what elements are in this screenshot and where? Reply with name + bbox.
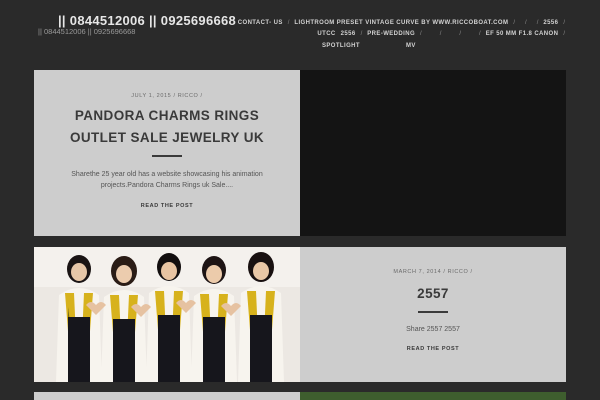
site-title[interactable]: || 0844512006 || 0925696668 [58, 13, 236, 28]
nav-item-mv[interactable]: MV [406, 43, 416, 49]
nav-separator: / [360, 31, 363, 38]
nav-separator: / [525, 19, 527, 26]
read-more-link[interactable]: READ THE POST [300, 346, 566, 352]
title-divider [418, 311, 448, 313]
read-more-link[interactable]: READ THE POST [34, 203, 300, 209]
post-meta: MARCH 7, 2014 / RICCO / [393, 269, 473, 275]
nav-item-utcc[interactable]: UTCC [317, 31, 335, 37]
post-title[interactable]: PANDORA CHARMS RINGS OUTLET SALE JEWELRY… [58, 105, 276, 149]
site-tagline: || 0844512006 || 0925696668 [38, 27, 136, 36]
graduates-photo-illustration [34, 247, 300, 382]
post-card: MARCH 7, 2014 / RICCO / 2557 Share 2557 … [34, 247, 566, 382]
nav-separator: / [536, 19, 539, 26]
post-content: JULY 1, 2015 / RICCO / PANDORA CHARMS RI… [34, 70, 300, 236]
nav-item-2556-b[interactable]: 2556 [341, 31, 356, 37]
title-divider [152, 155, 182, 157]
nav-item-lightroom-preset[interactable]: LIGHTROOM PRESET VINTAGE CURVE BY WWW.RI… [294, 20, 508, 26]
post-meta: JULY 1, 2015 / RICCO / [131, 93, 203, 99]
post-excerpt: Sharethe 25 year old has a website showc… [71, 171, 263, 189]
nav-separator: / [287, 19, 290, 26]
nav-separator: / [513, 19, 516, 26]
main-nav: CONTACT- US / LIGHTROOM PRESET VINTAGE C… [238, 17, 570, 52]
nav-row-3: SPOTLIGHT MV [240, 40, 570, 52]
nav-separator: / [563, 31, 565, 38]
nav-row-2: UTCC 2556 / PRE-WEDDING / / / / EF 50 MM… [240, 29, 570, 41]
nav-item-ef-50mm[interactable]: EF 50 MM F1.8 CANON [486, 31, 559, 37]
post-excerpt: Share 2557 2557 [406, 326, 460, 333]
post-content: MARCH 7, 2014 / RICCO / 2557 Share 2557 … [300, 247, 566, 382]
post-card: JULY 1, 2015 / RICCO / PANDORA CHARMS RI… [34, 70, 566, 236]
post-image-placeholder[interactable] [300, 70, 566, 236]
post-title[interactable]: 2557 [300, 283, 566, 305]
nav-separator: / [479, 31, 481, 38]
post-text-panel [34, 392, 300, 400]
nav-separator: / [420, 31, 422, 38]
post-photo[interactable] [34, 247, 300, 382]
site-header: || 0844512006 || 0925696668 || 084451200… [0, 0, 600, 62]
nav-row-1: CONTACT- US / LIGHTROOM PRESET VINTAGE C… [238, 17, 570, 29]
nav-separator: / [563, 19, 565, 26]
nav-item-spotlight[interactable]: SPOTLIGHT [322, 43, 360, 49]
nav-separator: / [459, 31, 462, 38]
nav-item-contact-us[interactable]: CONTACT- US [238, 20, 283, 26]
nav-separator: / [439, 31, 442, 38]
post-card [34, 392, 566, 400]
nav-item-pre-wedding[interactable]: PRE-WEDDING [367, 31, 415, 37]
post-photo[interactable] [300, 392, 566, 400]
nav-item-2556[interactable]: 2556 [543, 20, 558, 26]
